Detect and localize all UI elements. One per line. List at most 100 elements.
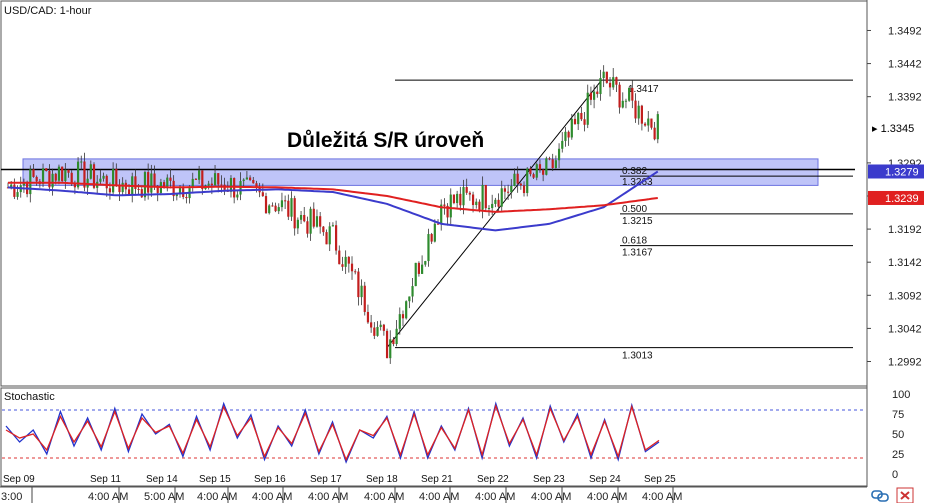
candle-body [548, 158, 551, 160]
candle-body [545, 158, 548, 175]
candle-body [605, 71, 608, 83]
candle-body [280, 200, 284, 208]
stochastic-tick-label: 75 [892, 409, 904, 421]
candle-body [494, 199, 497, 204]
candle-body [503, 188, 507, 192]
candle-body [529, 168, 532, 175]
candle-body [497, 199, 500, 207]
candle-body [395, 328, 398, 345]
candle-body [153, 173, 156, 186]
candle-body [513, 173, 516, 186]
candle-body [319, 216, 322, 227]
candle-body [48, 171, 51, 188]
candle-body [137, 188, 140, 190]
candle-body [475, 201, 478, 206]
candle-body [143, 172, 147, 198]
candle-body [67, 169, 70, 173]
price-tag: 1.3239 [885, 193, 919, 205]
time-tick-date: Sep 09 [3, 474, 35, 485]
candle-body [612, 77, 615, 88]
candle-body [210, 183, 213, 186]
fib-low-label: 1.3013 [622, 351, 653, 362]
candle-body [89, 164, 92, 179]
candle-body [121, 182, 124, 193]
candle-body [185, 196, 188, 199]
candle-body [350, 263, 354, 272]
candle-body [382, 324, 385, 331]
candle-body [194, 178, 198, 180]
candle-body [290, 198, 293, 217]
time-tick-time: 4:00 AM [88, 491, 128, 503]
candle-body [354, 271, 357, 273]
candle-body [637, 105, 640, 119]
candle-body [650, 118, 653, 128]
candle-body [331, 225, 335, 227]
time-tick-time: 4:00 AM [419, 491, 459, 503]
candle-body [500, 188, 503, 207]
candle-body [248, 177, 252, 180]
candle-body [628, 87, 631, 101]
candle-body [449, 194, 452, 218]
candle-body [507, 191, 510, 193]
candle-body [80, 161, 83, 163]
candle-body [424, 261, 427, 265]
time-tick-time: 4:00 AM [364, 491, 404, 503]
candle-body [532, 174, 535, 178]
candle-body [347, 256, 350, 264]
candle-body [35, 176, 38, 182]
candle-body [29, 169, 32, 195]
candle-body [624, 100, 628, 102]
candle-body [468, 192, 471, 195]
candle-body [389, 339, 392, 359]
time-tick-date: Sep 17 [310, 474, 342, 485]
candle-body [51, 173, 54, 188]
candle-body [315, 216, 319, 227]
candle-body [602, 71, 605, 78]
candle-body [338, 250, 341, 265]
candle-body [526, 168, 529, 194]
price-tick-label: 1.3042 [888, 323, 922, 335]
time-tick-date: Sep 16 [254, 474, 286, 485]
candle-body [264, 196, 268, 214]
candle-body [593, 91, 596, 100]
candle-body [481, 184, 484, 210]
candle-body [191, 178, 194, 188]
candle-body [277, 207, 280, 212]
candle-body [462, 187, 465, 206]
fib-ratio-0382: 0.382 [622, 166, 647, 177]
candle-body [54, 173, 57, 181]
candle-body [417, 262, 421, 274]
time-tick-date: Sep 21 [421, 474, 453, 485]
close-icon[interactable] [896, 487, 914, 503]
stochastic-tick-label: 25 [892, 449, 904, 461]
candle-body [385, 330, 389, 359]
candle-body [169, 177, 172, 181]
candle-body [653, 127, 656, 140]
candle-body [268, 205, 271, 214]
stochastic-tick-label: 0 [892, 469, 898, 481]
candle-body [328, 226, 331, 245]
candle-body [487, 208, 491, 210]
stochastic-title: Stochastic [4, 391, 55, 403]
candle-body [252, 179, 255, 184]
candle-body [459, 193, 462, 206]
fib-price-0500: 1.3215 [622, 216, 653, 227]
candle-body [261, 192, 264, 197]
candle-body [411, 286, 414, 297]
candle-body [427, 234, 430, 262]
sr-annotation: Důležitá S/R úroveň [287, 129, 484, 152]
candle-body [373, 327, 376, 336]
candle-body [433, 223, 436, 242]
candle-body [589, 92, 593, 100]
candle-body [510, 185, 513, 193]
candle-body [115, 168, 118, 186]
candle-body [478, 201, 481, 210]
candle-body [379, 324, 382, 327]
candle-body [366, 311, 370, 323]
candle-body [561, 140, 564, 149]
candle-body [274, 205, 277, 212]
candle-body [573, 118, 577, 125]
candle-body [45, 168, 48, 172]
candle-body [586, 92, 589, 125]
candle-body [631, 87, 634, 101]
